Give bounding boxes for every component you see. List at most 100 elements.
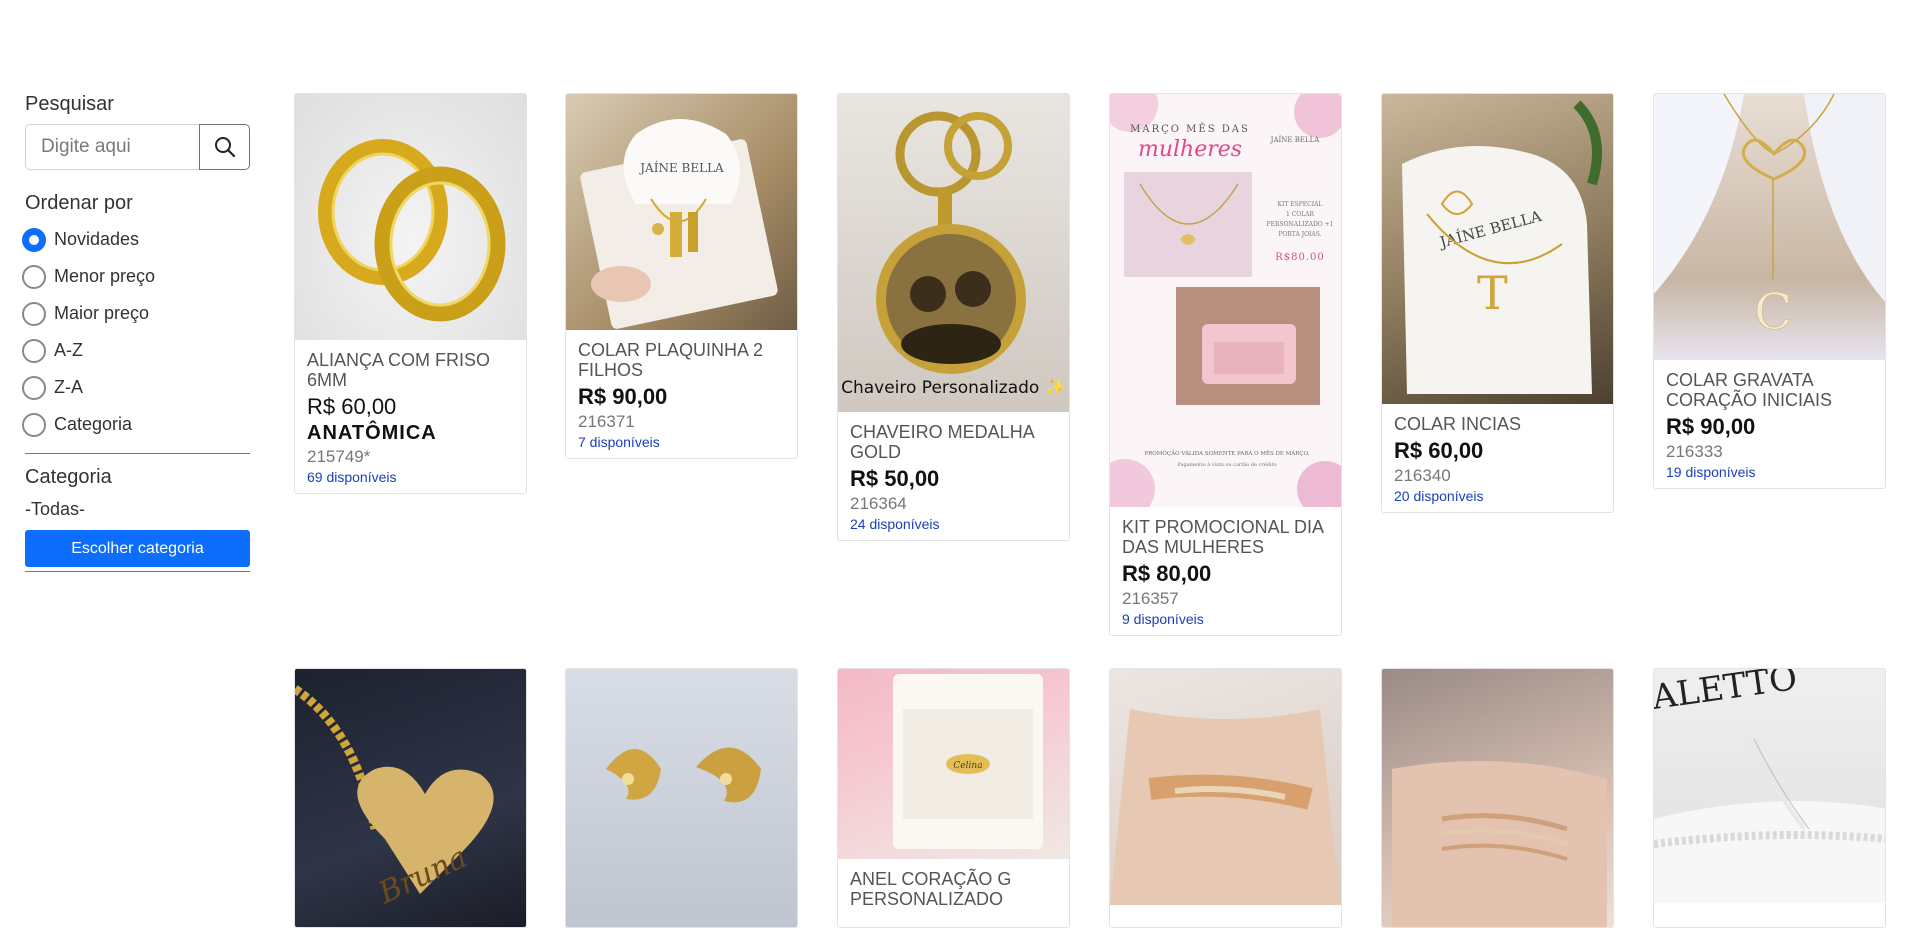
product-image[interactable]: JAÍNE BELLA T [1382,94,1613,404]
product-image[interactable] [1382,669,1613,927]
poster-price: R$80.00 [1275,252,1325,263]
svg-text:PERSONALIZADO +1: PERSONALIZADO +1 [1267,221,1334,228]
choose-category-button[interactable]: Escolher categoria [25,530,250,567]
radio-icon[interactable] [22,264,46,289]
keychain-image-icon [876,111,1026,374]
sort-option-a-z[interactable]: A-Z [22,332,250,369]
sort-option-novidades[interactable]: Novidades [22,221,250,258]
svg-text:KIT ESPECIAL: KIT ESPECIAL [1278,201,1323,208]
sort-option-label: A-Z [54,340,83,360]
product-card[interactable]: Bruna [294,668,527,928]
sort-option-label: Novidades [54,229,140,249]
radio-icon[interactable] [22,375,46,400]
svg-text:C: C [1754,283,1792,341]
product-code: 216340 [1394,466,1451,485]
sort-options: Novidades Menor preço Maior preço A-Z Z-… [22,221,250,443]
poster-promo-sub: Pagamento à vista ou cartão de crédito [1177,461,1276,468]
product-image[interactable]: ALETTO [1654,669,1885,903]
product-name[interactable]: COLAR PLAQUINHA 2 FILHOS [578,340,785,380]
product-image[interactable] [566,669,797,927]
ring-hand-image-icon [1110,709,1340,905]
promo-poster-image: MARÇO MÊS DAS mulheres JAÍNE BELLA KIT E… [1110,94,1341,507]
product-availability: 19 disponíveis [1666,464,1756,480]
image-caption: Celina [953,761,982,771]
sort-option-label: Z-A [54,377,83,397]
product-code: 216364 [850,494,907,513]
necklace-image-icon: JAÍNE BELLA [580,119,778,329]
product-card[interactable]: MARÇO MÊS DAS mulheres JAÍNE BELLA KIT E… [1109,93,1342,636]
radio-checked-icon[interactable] [22,227,46,252]
heart-necklace-image-icon: C [1654,94,1885,342]
product-availability: 7 disponíveis [578,434,660,450]
filter-sidebar: Pesquisar Ordenar por Novidades Menor pr… [22,93,250,572]
product-card[interactable] [1109,668,1342,928]
sort-option-z-a[interactable]: Z-A [22,369,250,406]
product-availability: 24 disponíveis [850,516,940,532]
sort-option-label: Menor preço [54,266,156,286]
radio-icon[interactable] [22,301,46,326]
sort-option-label: Maior preço [54,303,150,323]
product-image[interactable]: MARÇO MÊS DAS mulheres JAÍNE BELLA KIT E… [1110,94,1341,507]
search-button[interactable] [199,124,250,170]
product-image[interactable]: C [1654,94,1885,360]
category-label: Categoria [25,466,112,488]
product-image[interactable] [295,94,526,340]
sort-option-label: Categoria [54,414,133,434]
ring-box-image-icon: Celina [893,674,1043,849]
ring-image-icon [318,139,506,322]
sort-option-menor-preco[interactable]: Menor preço [22,258,250,295]
sort-label: Ordenar por [25,192,133,214]
product-price: R$ 60,00 [1394,438,1484,463]
search-icon [214,137,235,158]
product-availability: 69 disponíveis [307,469,397,485]
product-code: 216371 [578,412,635,431]
product-name[interactable]: ALIANÇA COM FRISO 6MM [307,350,514,390]
product-image[interactable]: Celina [838,669,1069,859]
product-image[interactable]: Chaveiro Personalizado ✨ [838,94,1069,412]
product-name[interactable]: ANEL CORAÇÃO G PERSONALIZADO [850,869,1057,909]
product-card[interactable] [565,668,798,928]
product-price: R$ 90,00 [578,384,668,409]
search-bar [25,124,250,170]
product-price: R$ 60,00 [307,394,397,419]
brand-text: JAÍNE BELLA [638,160,724,175]
poster-line1: MARÇO MÊS DAS [1130,123,1250,135]
radio-icon[interactable] [22,412,46,437]
earrings-image-icon [606,747,761,803]
product-card[interactable] [1381,668,1614,928]
bracelet-image-icon: ALETTO [1654,669,1885,903]
product-subtitle: ANATÔMICA [307,422,437,444]
sort-option-maior-preco[interactable]: Maior preço [22,295,250,332]
product-availability: 9 disponíveis [1122,611,1204,627]
stacked-rings-image-icon [1392,761,1607,927]
divider [25,571,250,572]
product-card[interactable]: Celina ANEL CORAÇÃO G PERSONALIZADO [837,668,1070,928]
product-name[interactable]: KIT PROMOCIONAL DIA DAS MULHERES [1122,517,1329,557]
product-card[interactable]: C COLAR GRAVATA CORAÇÃO INICIAIS R$ 90,0… [1653,93,1886,489]
image-caption: Chaveiro Personalizado ✨ [841,378,1066,398]
divider [25,453,250,454]
svg-text:1 COLAR: 1 COLAR [1286,211,1315,218]
product-image[interactable] [1110,669,1341,905]
svg-text:PORTA JOIAS.: PORTA JOIAS. [1278,231,1321,238]
poster-line2: mulheres [1138,137,1242,162]
product-card[interactable]: ALETTO [1653,668,1886,928]
poster-promo: PROMOÇÃO VÁLIDA SOMENTE PARA O MÊS DE MA… [1144,449,1309,457]
product-image[interactable]: JAÍNE BELLA [566,94,797,330]
product-name[interactable]: COLAR INCIAS [1394,414,1601,434]
category-value: -Todas- [25,499,86,519]
product-card[interactable]: JAÍNE BELLA T COLAR INCIAS R$ 60,00 2163… [1381,93,1614,513]
product-code: 216357 [1122,589,1179,608]
poster-brand: JAÍNE BELLA [1270,135,1321,144]
product-name[interactable]: COLAR GRAVATA CORAÇÃO INICIAIS [1666,370,1873,410]
product-card[interactable]: ALIANÇA COM FRISO 6MM R$ 60,00 ANATÔMICA… [294,93,527,494]
product-code: 215749* [307,447,371,466]
product-card[interactable]: JAÍNE BELLA COLAR PLAQUINHA 2 FILHOS R$ … [565,93,798,459]
product-image[interactable]: Bruna [295,669,526,927]
product-card[interactable]: Chaveiro Personalizado ✨ CHAVEIRO MEDALH… [837,93,1070,541]
sort-option-categoria[interactable]: Categoria [22,406,250,443]
product-name[interactable]: CHAVEIRO MEDALHA GOLD [850,422,1057,462]
necklace-t-image-icon: JAÍNE BELLA T [1402,100,1602,394]
search-input[interactable] [25,124,199,170]
radio-icon[interactable] [22,338,46,363]
